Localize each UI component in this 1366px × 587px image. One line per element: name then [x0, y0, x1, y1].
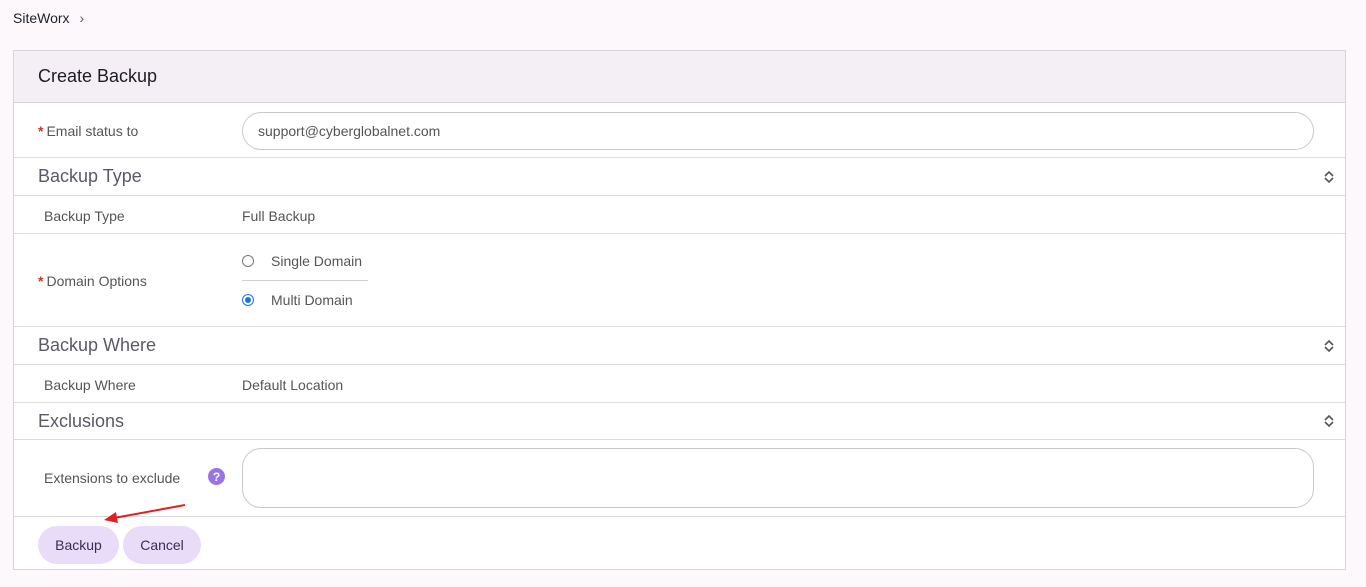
- actions-row: Backup Cancel: [14, 517, 1345, 571]
- extensions-textarea[interactable]: [242, 448, 1314, 508]
- radio-label-multi-domain: Multi Domain: [271, 292, 353, 308]
- chevron-right-icon: ›: [79, 10, 85, 26]
- required-mark: *: [38, 123, 44, 139]
- email-row: * Email status to: [14, 103, 1345, 158]
- backup-type-label: Backup Type: [44, 208, 125, 224]
- help-icon[interactable]: ?: [208, 468, 225, 485]
- radio-label-single-domain: Single Domain: [271, 253, 363, 269]
- radio-single-domain[interactable]: Single Domain: [242, 253, 362, 269]
- collapse-icon[interactable]: [1323, 339, 1335, 353]
- collapse-icon[interactable]: [1323, 414, 1335, 428]
- domain-options-label: * Domain Options: [38, 273, 147, 289]
- radio-multi-domain[interactable]: Multi Domain: [242, 292, 353, 308]
- backup-where-row: Backup Where Default Location: [14, 365, 1345, 403]
- backup-where-value: Default Location: [242, 377, 344, 393]
- email-label: * Email status to: [38, 123, 139, 139]
- email-field[interactable]: [242, 112, 1314, 150]
- radio-button-multi-domain[interactable]: [242, 294, 254, 306]
- backup-type-value: Full Backup: [242, 208, 316, 224]
- section-backup-type[interactable]: Backup Type: [14, 158, 1345, 196]
- required-mark: *: [38, 273, 44, 289]
- section-backup-where[interactable]: Backup Where: [14, 327, 1345, 365]
- radio-divider: [242, 280, 368, 281]
- cancel-button[interactable]: Cancel: [123, 526, 201, 564]
- radio-button-single-domain[interactable]: [242, 255, 254, 267]
- create-backup-panel: Create Backup *Email status to Backup Ty…: [13, 50, 1346, 570]
- backup-button[interactable]: Backup: [38, 526, 119, 564]
- section-exclusions[interactable]: Exclusions: [14, 403, 1345, 440]
- backup-type-row: Backup Type Full Backup: [14, 196, 1345, 234]
- breadcrumb-siteworx[interactable]: SiteWorx: [13, 10, 70, 26]
- section-title-backup-where: Backup Where: [38, 335, 157, 355]
- section-title-exclusions: Exclusions: [38, 410, 125, 431]
- extensions-label: Extensions to exclude: [44, 470, 181, 486]
- panel-title: Create Backup: [14, 51, 1345, 103]
- section-title-backup-type: Backup Type: [38, 166, 142, 186]
- domain-options-row: * Domain Options Single Domain Multi Doma…: [14, 234, 1345, 327]
- backup-where-label: Backup Where: [44, 377, 136, 393]
- collapse-icon[interactable]: [1323, 170, 1335, 184]
- breadcrumb: SiteWorx ›: [13, 10, 84, 26]
- extensions-row: Extensions to exclude ?: [14, 440, 1345, 517]
